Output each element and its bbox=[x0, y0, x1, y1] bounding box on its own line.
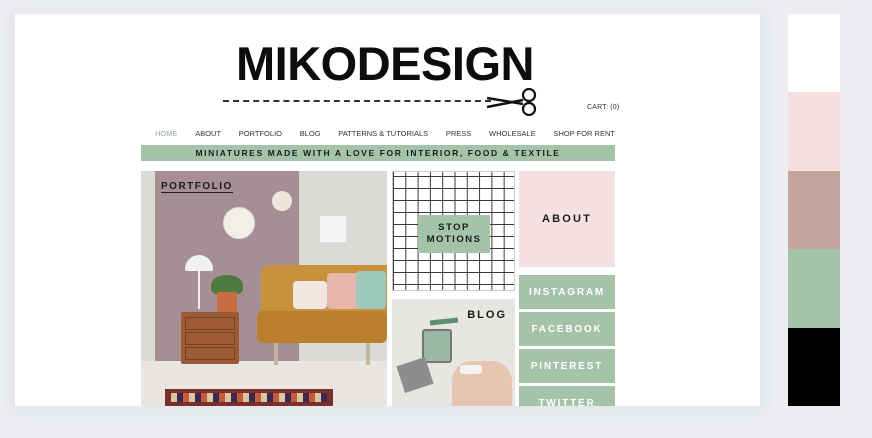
swatch-black bbox=[788, 327, 840, 406]
paint-can-image bbox=[422, 329, 452, 363]
stop-motions-line2: MOTIONS bbox=[426, 234, 482, 245]
wall-frame-image bbox=[319, 215, 347, 243]
stop-motions-line1: STOP bbox=[438, 222, 470, 233]
instagram-button[interactable]: INSTAGRAM bbox=[519, 275, 615, 309]
nav-item-press[interactable]: PRESS bbox=[446, 129, 471, 138]
pillow-image bbox=[356, 271, 386, 309]
main-nav: HOME ABOUT PORTFOLIO BLOG PATTERNS & TUT… bbox=[155, 126, 615, 140]
tagline-text: MINIATURES MADE WITH A LOVE FOR INTERIOR… bbox=[195, 148, 561, 158]
stop-motions-tile[interactable]: STOP MOTIONS bbox=[392, 171, 515, 291]
nav-item-wholesale[interactable]: WHOLESALE bbox=[489, 129, 536, 138]
nav-item-about[interactable]: ABOUT bbox=[195, 129, 221, 138]
blog-label: BLOG bbox=[467, 309, 507, 321]
nav-item-portfolio[interactable]: PORTFOLIO bbox=[239, 129, 282, 138]
sofa-seat bbox=[257, 311, 387, 343]
sofa-leg bbox=[366, 343, 370, 365]
nav-item-blog[interactable]: BLOG bbox=[300, 129, 321, 138]
facebook-label: FACEBOOK bbox=[531, 323, 603, 335]
nav-item-patterns-tutorials[interactable]: PATTERNS & TUTORIALS bbox=[338, 129, 428, 138]
tagline-banner: MINIATURES MADE WITH A LOVE FOR INTERIOR… bbox=[141, 145, 615, 161]
color-palette bbox=[788, 14, 840, 406]
swatch-dusty-rose bbox=[788, 170, 840, 250]
about-label: ABOUT bbox=[541, 213, 593, 225]
pillow-image bbox=[293, 281, 327, 309]
swatch-pink bbox=[788, 92, 840, 171]
paint-roller-image bbox=[460, 365, 482, 374]
instagram-label: INSTAGRAM bbox=[528, 286, 605, 298]
wall-plate-small-image bbox=[272, 191, 292, 211]
about-tile[interactable]: ABOUT bbox=[519, 171, 615, 267]
nav-item-shop-for-rent[interactable]: SHOP FOR RENT bbox=[553, 129, 615, 138]
site-logo[interactable]: MIKODESIGN bbox=[220, 40, 550, 87]
blog-tile[interactable]: BLOG bbox=[392, 299, 515, 406]
pinterest-button[interactable]: PINTEREST bbox=[519, 349, 615, 383]
paintbrush-image bbox=[429, 317, 459, 326]
portfolio-tile[interactable]: PORTFOLIO bbox=[141, 171, 387, 406]
dresser-image bbox=[181, 312, 239, 364]
swatch-sage bbox=[788, 249, 840, 328]
stop-motions-label: STOP MOTIONS bbox=[418, 215, 490, 253]
website-preview: MIKODESIGN CART: (0) HOME ABOUT PORTFOLI… bbox=[15, 14, 760, 406]
swatch-white bbox=[788, 14, 840, 93]
facebook-button[interactable]: FACEBOOK bbox=[519, 312, 615, 346]
twitter-label: TWITTER bbox=[538, 397, 596, 407]
twitter-button[interactable]: TWITTER bbox=[519, 386, 615, 406]
rug-image bbox=[165, 389, 333, 406]
scissors-icon bbox=[486, 88, 537, 116]
cart-link[interactable]: CART: (0) bbox=[587, 104, 619, 111]
dashed-cut-line bbox=[223, 100, 491, 102]
sofa-leg bbox=[274, 343, 278, 365]
lamp-stem bbox=[198, 271, 200, 309]
nav-item-home[interactable]: HOME bbox=[155, 129, 178, 138]
wall-plate-image bbox=[223, 207, 255, 239]
plant-pot bbox=[217, 292, 237, 312]
pinterest-label: PINTEREST bbox=[530, 360, 604, 372]
portfolio-label: PORTFOLIO bbox=[161, 181, 233, 193]
